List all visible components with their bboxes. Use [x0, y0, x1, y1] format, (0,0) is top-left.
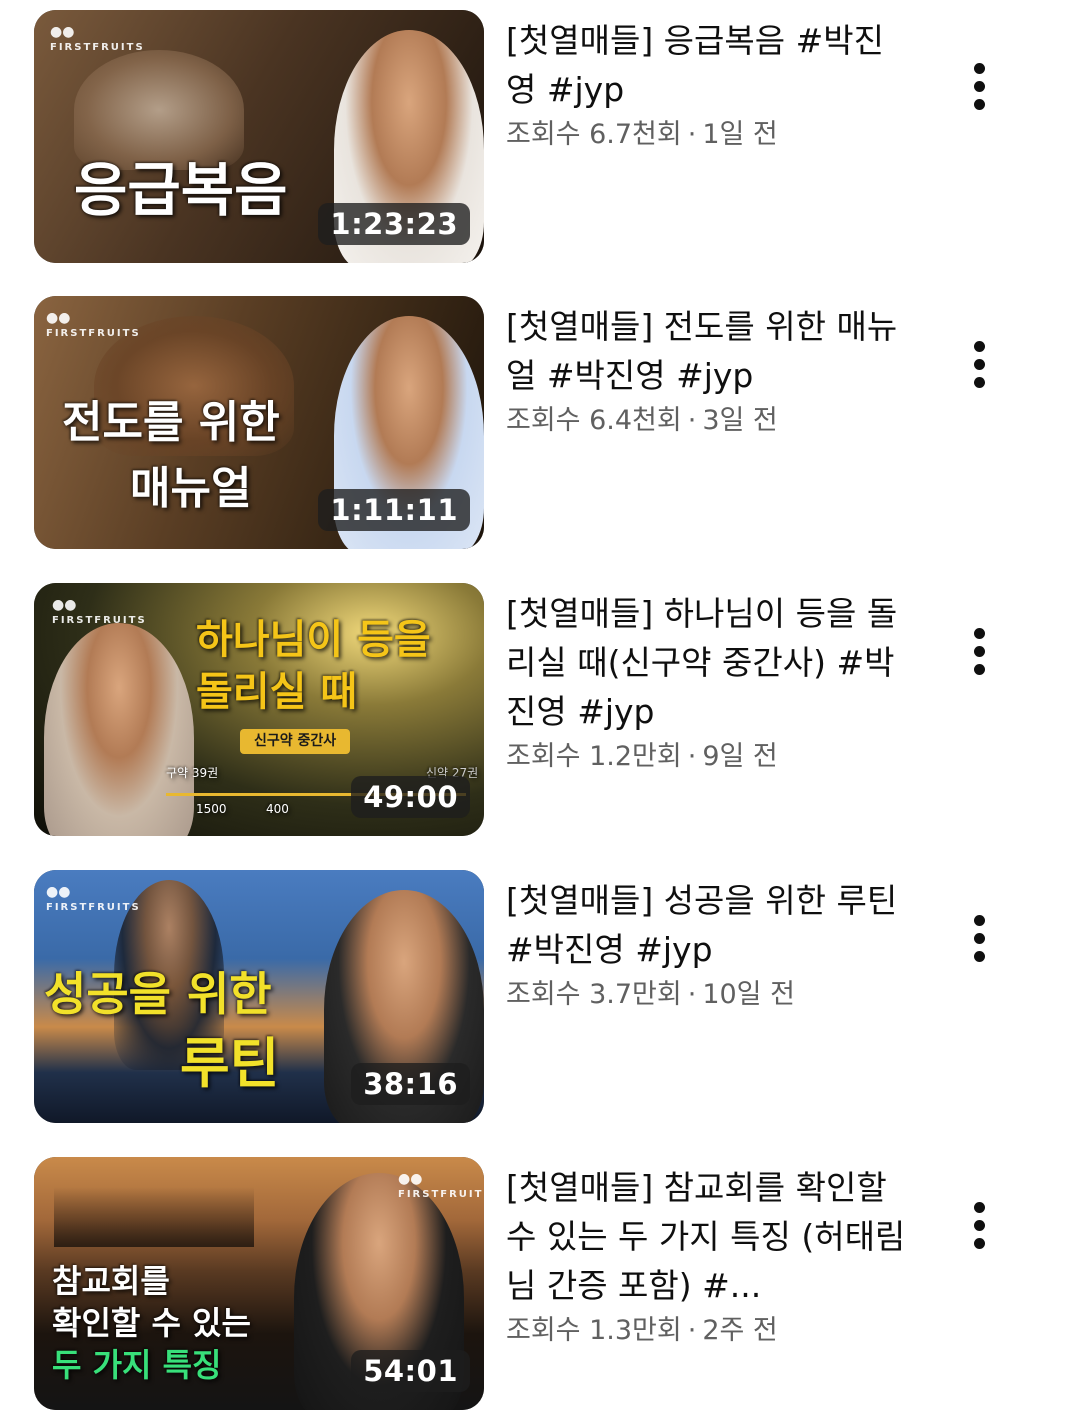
video-title[interactable]: [첫열매들] 하나님이 등을 돌리실 때(신구약 중간사) #박진영 #jyp: [506, 589, 906, 736]
upload-age: 2주 전: [702, 1315, 778, 1346]
video-thumbnail[interactable]: ●● FIRSTFRUITS 성공을 위한 루틴 38:16: [34, 870, 484, 1123]
video-info: [첫열매들] 하나님이 등을 돌리실 때(신구약 중간사) #박진영 #jyp …: [506, 589, 906, 776]
thumbnail-title-text: 성공을 위한: [44, 967, 272, 1021]
video-item[interactable]: ●● FIRSTFRUITS 응급복음 1:23:23 [첫열매들] 응급복음 #…: [0, 10, 1080, 270]
video-title[interactable]: [첫열매들] 성공을 위한 루틴 #박진영 #jyp: [506, 876, 906, 974]
more-vertical-icon[interactable]: [950, 611, 1008, 691]
firstfruits-logo-icon: ●● FIRSTFRUITS: [398, 1171, 484, 1200]
video-meta: 조회수 1.2만회 · 9일 전: [506, 738, 906, 776]
video-meta: 조회수 6.4천회 · 3일 전: [506, 402, 906, 440]
video-item[interactable]: ●● FIRSTFRUITS 하나님이 등을 돌리실 때 신구약 중간사 구약 3…: [0, 583, 1080, 843]
video-meta: 조회수 1.3만회 · 2주 전: [506, 1312, 906, 1350]
meta-separator: ·: [687, 405, 697, 436]
video-thumbnail[interactable]: ●● FIRSTFRUITS 하나님이 등을 돌리실 때 신구약 중간사 구약 3…: [34, 583, 484, 836]
video-title[interactable]: [첫열매들] 응급복음 #박진영 #jyp: [506, 16, 906, 114]
thumbnail-left-label: 구약 39권: [166, 766, 219, 780]
firstfruits-logo-icon: ●● FIRSTFRUITS: [52, 597, 147, 626]
firstfruits-logo-icon: ●● FIRSTFRUITS: [46, 310, 141, 339]
video-info: [첫열매들] 전도를 위한 매뉴얼 #박진영 #jyp 조회수 6.4천회 · 3일…: [506, 302, 906, 440]
duration-badge: 38:16: [351, 1063, 470, 1105]
meta-separator: ·: [687, 119, 697, 150]
thumbnail-title-text: 돌리실 때: [196, 669, 358, 715]
video-list: ●● FIRSTFRUITS 응급복음 1:23:23 [첫열매들] 응급복음 #…: [0, 0, 1080, 1422]
timeline-tick-label: 400: [266, 802, 289, 816]
thumbnail-title-text: 매뉴얼: [130, 463, 252, 514]
video-info: [첫열매들] 성공을 위한 루틴 #박진영 #jyp 조회수 3.7만회 · 10일…: [506, 876, 906, 1014]
duration-badge: 54:01: [351, 1350, 470, 1392]
meta-separator: ·: [687, 741, 697, 772]
meta-separator: ·: [687, 979, 697, 1010]
more-vertical-icon[interactable]: [950, 1185, 1008, 1265]
video-meta: 조회수 3.7만회 · 10일 전: [506, 976, 906, 1014]
thumbnail-title-text: 전도를 위한: [62, 397, 280, 448]
upload-age: 3일 전: [702, 405, 778, 436]
duration-badge: 49:00: [351, 776, 470, 818]
view-count: 조회수 6.4천회: [506, 405, 682, 436]
view-count: 조회수 3.7만회: [506, 979, 682, 1010]
duration-badge: 1:23:23: [318, 203, 470, 245]
timeline-tick-label: 1500: [196, 802, 227, 816]
thumbnail-title-text: 루틴: [180, 1032, 280, 1095]
video-title[interactable]: [첫열매들] 참교회를 확인할 수 있는 두 가지 특징 (허태림님 간증 포함…: [506, 1163, 906, 1310]
view-count: 조회수 1.2만회: [506, 741, 682, 772]
duration-badge: 1:11:11: [318, 489, 470, 531]
video-thumbnail[interactable]: ●● FIRSTFRUITS 전도를 위한 매뉴얼 1:11:11: [34, 296, 484, 549]
video-meta: 조회수 6.7천회 · 1일 전: [506, 116, 906, 154]
meta-separator: ·: [687, 1315, 697, 1346]
thumbnail-title-text: 참교회를: [52, 1262, 170, 1300]
thumbnail-title-text: 확인할 수 있는: [52, 1304, 251, 1342]
church-silhouette-icon: [54, 1187, 254, 1247]
video-thumbnail[interactable]: ●● FIRSTFRUITS 응급복음 1:23:23: [34, 10, 484, 263]
thumbnail-title-text: 응급복음: [74, 156, 288, 224]
thumbnail-title-text: 두 가지 특징: [52, 1346, 222, 1384]
video-item[interactable]: ●● FIRSTFRUITS 성공을 위한 루틴 38:16 [첫열매들] 성공을…: [0, 870, 1080, 1130]
thumbnail-scene-image: [74, 50, 244, 170]
more-vertical-icon[interactable]: [950, 324, 1008, 404]
thumbnail-person-image: [44, 623, 194, 836]
upload-age: 10일 전: [702, 979, 795, 1010]
video-title[interactable]: [첫열매들] 전도를 위한 매뉴얼 #박진영 #jyp: [506, 302, 906, 400]
view-count: 조회수 6.7천회: [506, 119, 682, 150]
thumbnail-title-text: 하나님이 등을: [196, 617, 431, 663]
upload-age: 1일 전: [702, 119, 778, 150]
video-info: [첫열매들] 참교회를 확인할 수 있는 두 가지 특징 (허태림님 간증 포함…: [506, 1163, 906, 1350]
more-vertical-icon[interactable]: [950, 898, 1008, 978]
firstfruits-logo-icon: ●● FIRSTFRUITS: [46, 884, 141, 913]
video-item[interactable]: ●● FIRSTFRUITS 전도를 위한 매뉴얼 1:11:11 [첫열매들] …: [0, 296, 1080, 556]
upload-age: 9일 전: [702, 741, 778, 772]
view-count: 조회수 1.3만회: [506, 1315, 682, 1346]
video-thumbnail[interactable]: ●● FIRSTFRUITS 참교회를 확인할 수 있는 두 가지 특징 54:0…: [34, 1157, 484, 1410]
thumbnail-subtitle-badge: 신구약 중간사: [240, 729, 351, 754]
video-item[interactable]: ●● FIRSTFRUITS 참교회를 확인할 수 있는 두 가지 특징 54:0…: [0, 1157, 1080, 1417]
firstfruits-logo-icon: ●● FIRSTFRUITS: [50, 24, 145, 53]
video-info: [첫열매들] 응급복음 #박진영 #jyp 조회수 6.7천회 · 1일 전: [506, 16, 906, 154]
more-vertical-icon[interactable]: [950, 46, 1008, 126]
